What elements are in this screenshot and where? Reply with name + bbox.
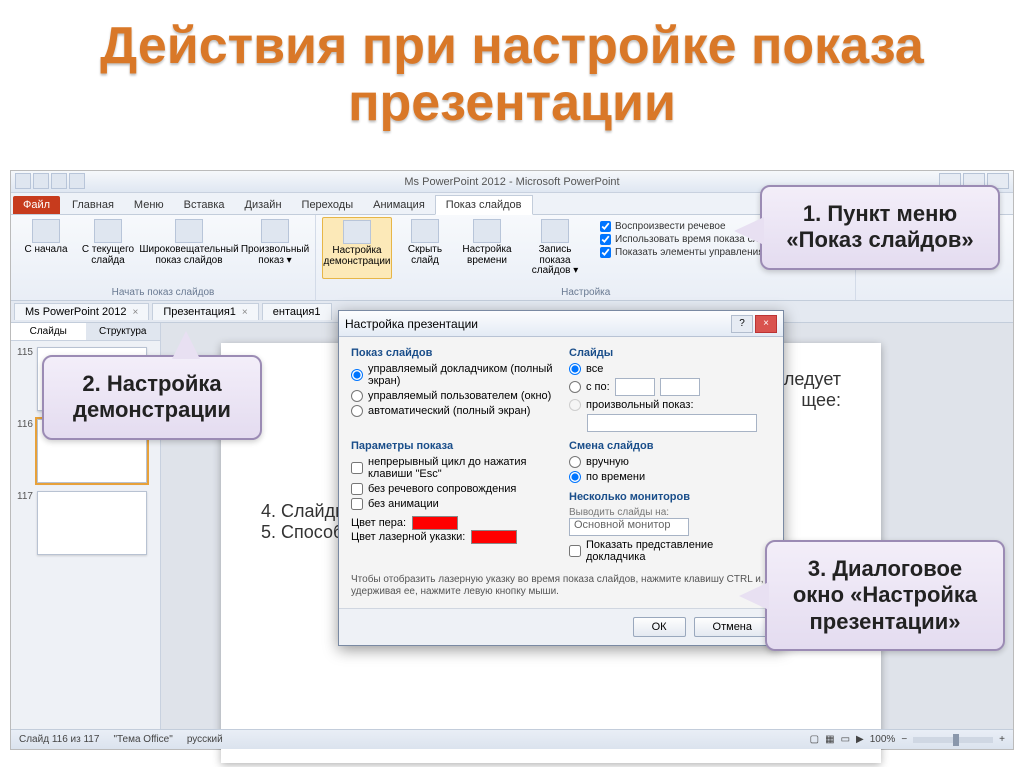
custom-show-dropdown[interactable] xyxy=(587,414,757,432)
from-current-button[interactable]: С текущего слайда xyxy=(79,217,137,268)
zoom-out-icon[interactable]: − xyxy=(901,734,907,745)
setup-slideshow-button[interactable]: Настройка демонстрации xyxy=(322,217,392,279)
help-icon[interactable]: ? xyxy=(731,315,753,333)
group-label-start: Начать показ слайдов xyxy=(17,287,309,298)
radio-custom-show[interactable]: произвольный показ: xyxy=(569,399,771,411)
tab-home[interactable]: Главная xyxy=(62,196,124,214)
record-icon xyxy=(541,219,569,243)
view-reading-icon[interactable]: ▭ xyxy=(841,734,850,745)
redo-icon[interactable] xyxy=(69,173,85,189)
status-language[interactable]: русский xyxy=(187,734,223,745)
quick-access-toolbar[interactable] xyxy=(15,173,85,189)
side-tab-outline[interactable]: Структура xyxy=(86,323,161,340)
tab-insert[interactable]: Вставка xyxy=(174,196,235,214)
play-icon xyxy=(32,219,60,243)
broadcast-button[interactable]: Широковещательный показ слайдов xyxy=(141,217,237,268)
doc-tab-2[interactable]: Презентация1× xyxy=(152,303,258,320)
chk-no-animation[interactable]: без анимации xyxy=(351,498,553,510)
rehearse-timings-button[interactable]: Настройка времени xyxy=(458,217,516,279)
side-tab-slides[interactable]: Слайды xyxy=(11,323,86,340)
monitor-dropdown[interactable]: Основной монитор xyxy=(569,518,689,536)
group-advance: Смена слайдов вручную по времени Несколь… xyxy=(569,440,771,566)
view-normal-icon[interactable]: ▢ xyxy=(810,734,819,745)
laser-hint-text: Чтобы отобразить лазерную указку во врем… xyxy=(351,574,771,598)
group-label-setup: Настройка xyxy=(322,287,849,298)
view-slideshow-icon[interactable]: ▶ xyxy=(856,734,864,745)
app-icon xyxy=(15,173,31,189)
status-bar: Слайд 116 из 117 "Тема Office" русский ▢… xyxy=(11,729,1013,749)
save-icon[interactable] xyxy=(33,173,49,189)
radio-kiosk[interactable]: автоматический (полный экран) xyxy=(351,405,553,417)
tab-file[interactable]: Файл xyxy=(13,196,60,214)
setup-show-dialog: Настройка презентации ? × Показ слайдов … xyxy=(338,310,784,646)
laser-color-swatch[interactable] xyxy=(471,530,517,544)
group-show-type: Показ слайдов управляемый докладчиком (п… xyxy=(351,347,553,432)
page-title: Действия при настройке показа презентаци… xyxy=(0,0,1024,140)
group-show-options: Параметры показа непрерывный цикл до наж… xyxy=(351,440,553,566)
ok-button[interactable]: ОК xyxy=(633,617,686,637)
pen-color-swatch[interactable] xyxy=(412,516,458,530)
zoom-in-icon[interactable]: + xyxy=(999,734,1005,745)
dialog-title-text: Настройка презентации xyxy=(345,317,478,331)
tab-menu[interactable]: Меню xyxy=(124,196,174,214)
setup-icon xyxy=(343,220,371,244)
zoom-label: 100% xyxy=(870,734,896,745)
doc-tab-1[interactable]: Ms PowerPoint 2012× xyxy=(14,303,149,320)
cancel-button[interactable]: Отмена xyxy=(694,617,771,637)
chk-no-narration[interactable]: без речевого сопровождения xyxy=(351,483,553,495)
window-title-text: Ms PowerPoint 2012 - Microsoft PowerPoin… xyxy=(404,176,619,188)
close-tab-icon[interactable]: × xyxy=(242,307,248,318)
record-slideshow-button[interactable]: Запись показа слайдов ▾ xyxy=(520,217,590,279)
chk-loop[interactable]: непрерывный цикл до нажатия клавиши "Esc… xyxy=(351,456,553,480)
radio-timings[interactable]: по времени xyxy=(569,471,771,483)
callout-1: 1. Пункт меню «Показ слайдов» xyxy=(760,185,1000,270)
radio-all-slides[interactable]: все xyxy=(569,363,771,375)
custom-show-button[interactable]: Произвольный показ ▾ xyxy=(241,217,309,268)
close-tab-icon[interactable]: × xyxy=(133,307,139,318)
status-theme: "Тема Office" xyxy=(113,734,172,745)
hide-slide-button[interactable]: Скрыть слайд xyxy=(396,217,454,279)
radio-range-slides[interactable]: с по: xyxy=(569,378,771,396)
tab-transitions[interactable]: Переходы xyxy=(292,196,364,214)
chk-presenter-view[interactable]: Показать представление докладчика xyxy=(569,539,771,563)
from-spinner[interactable] xyxy=(615,378,655,396)
callout-3: 3. Диалоговое окно «Настройка презентаци… xyxy=(765,540,1005,651)
zoom-slider[interactable] xyxy=(913,737,993,743)
hide-slide-icon xyxy=(411,219,439,243)
radio-presenter[interactable]: управляемый докладчиком (полный экран) xyxy=(351,363,553,387)
from-beginning-button[interactable]: С начала xyxy=(17,217,75,268)
tab-design[interactable]: Дизайн xyxy=(235,196,292,214)
doc-tab-3[interactable]: ентация1 xyxy=(262,303,332,320)
play-current-icon xyxy=(94,219,122,243)
clock-icon xyxy=(473,219,501,243)
callout-2: 2. Настройка демонстрации xyxy=(42,355,262,440)
status-slide-number: Слайд 116 из 117 xyxy=(19,734,99,745)
view-sorter-icon[interactable]: ▦ xyxy=(825,734,834,745)
radio-browsed-user[interactable]: управляемый пользователем (окно) xyxy=(351,390,553,402)
broadcast-icon xyxy=(175,219,203,243)
thumbnail-117[interactable]: 117 xyxy=(17,491,154,555)
dialog-titlebar[interactable]: Настройка презентации ? × xyxy=(339,311,783,337)
undo-icon[interactable] xyxy=(51,173,67,189)
tab-animation[interactable]: Анимация xyxy=(363,196,435,214)
radio-manual[interactable]: вручную xyxy=(569,456,771,468)
tab-slideshow[interactable]: Показ слайдов xyxy=(435,195,533,215)
group-slides-range: Слайды все с по: произвольный показ: xyxy=(569,347,771,432)
to-spinner[interactable] xyxy=(660,378,700,396)
dialog-close-icon[interactable]: × xyxy=(755,315,777,333)
custom-show-icon xyxy=(261,219,289,243)
